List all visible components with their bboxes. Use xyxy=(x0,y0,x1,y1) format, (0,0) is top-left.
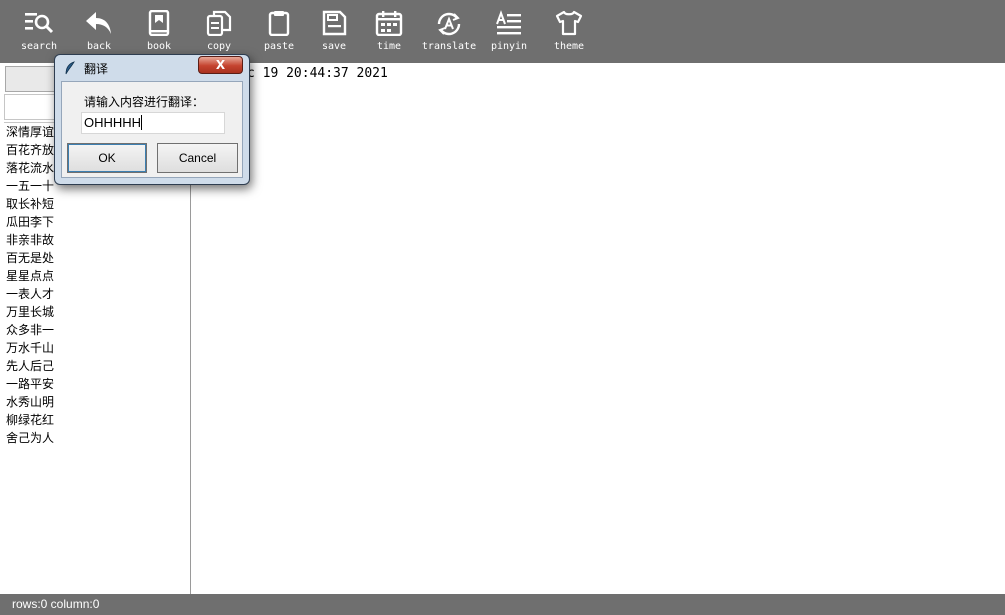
list-item[interactable]: 瓜田李下 xyxy=(4,213,190,231)
ok-button[interactable]: OK xyxy=(67,143,147,173)
feather-icon xyxy=(65,61,75,75)
list-item[interactable]: 众多非一 xyxy=(4,321,190,339)
list-item[interactable]: 非亲非故 xyxy=(4,231,190,249)
translate-button[interactable]: translate xyxy=(419,0,479,63)
translate-icon xyxy=(437,12,461,36)
cancel-button[interactable]: Cancel xyxy=(157,143,238,173)
list-item[interactable]: 柳绿花红 xyxy=(4,411,190,429)
text-editor[interactable]: Sun Dec 19 20:44:37 2021 xyxy=(192,63,1005,594)
book-icon xyxy=(148,10,170,36)
text-caret xyxy=(141,115,143,130)
clipboard-icon xyxy=(268,11,290,36)
translate-input[interactable]: OHHHHH xyxy=(81,112,225,134)
status-bar: rows:0 column:0 xyxy=(0,594,1005,615)
list-item[interactable]: 星星点点 xyxy=(4,267,190,285)
dialog-prompt: 请输入内容进行翻译： xyxy=(84,95,205,109)
theme-label: theme xyxy=(553,41,585,52)
list-item[interactable]: 万水千山 xyxy=(4,339,190,357)
list-item[interactable]: 水秀山明 xyxy=(4,393,190,411)
list-item[interactable]: 百无是处 xyxy=(4,249,190,267)
floppy-icon xyxy=(322,10,347,36)
translate-input-value: OHHHHH xyxy=(84,115,142,130)
list-item[interactable]: 一路平安 xyxy=(4,375,190,393)
dialog-body: 请输入内容进行翻译： OHHHHH OK Cancel xyxy=(61,81,243,178)
time-button[interactable]: time xyxy=(359,0,419,63)
translate-dialog: 翻译 X 请输入内容进行翻译： OHHHHH OK Cancel xyxy=(54,54,250,185)
text-lines-icon xyxy=(496,10,521,35)
calendar-icon xyxy=(375,11,403,36)
list-item[interactable]: 舍己为人 xyxy=(4,429,190,447)
copy-icon xyxy=(206,10,232,36)
pinyin-button[interactable]: pinyin xyxy=(479,0,539,63)
list-item[interactable]: 取长补短 xyxy=(4,195,190,213)
list-item[interactable]: 一表人才 xyxy=(4,285,190,303)
dialog-title: 翻译 xyxy=(84,62,109,76)
list-item[interactable]: 万里长城 xyxy=(4,303,190,321)
search-icon xyxy=(25,13,54,34)
back-arrow-icon xyxy=(86,12,111,34)
cursor-position: rows:0 column:0 xyxy=(12,597,100,611)
idiom-list[interactable]: 深情厚谊 百花齐放 落花流水 一五一十 取长补短 瓜田李下 非亲非故 百无是处 … xyxy=(4,122,190,592)
dialog-titlebar[interactable]: 翻译 X xyxy=(55,55,249,80)
tshirt-icon xyxy=(555,10,583,36)
list-item[interactable]: 先人后己 xyxy=(4,357,190,375)
save-button[interactable]: save xyxy=(304,0,364,63)
close-button[interactable]: X xyxy=(198,56,243,74)
paste-button[interactable]: paste xyxy=(249,0,309,63)
theme-button[interactable]: theme xyxy=(539,0,599,63)
